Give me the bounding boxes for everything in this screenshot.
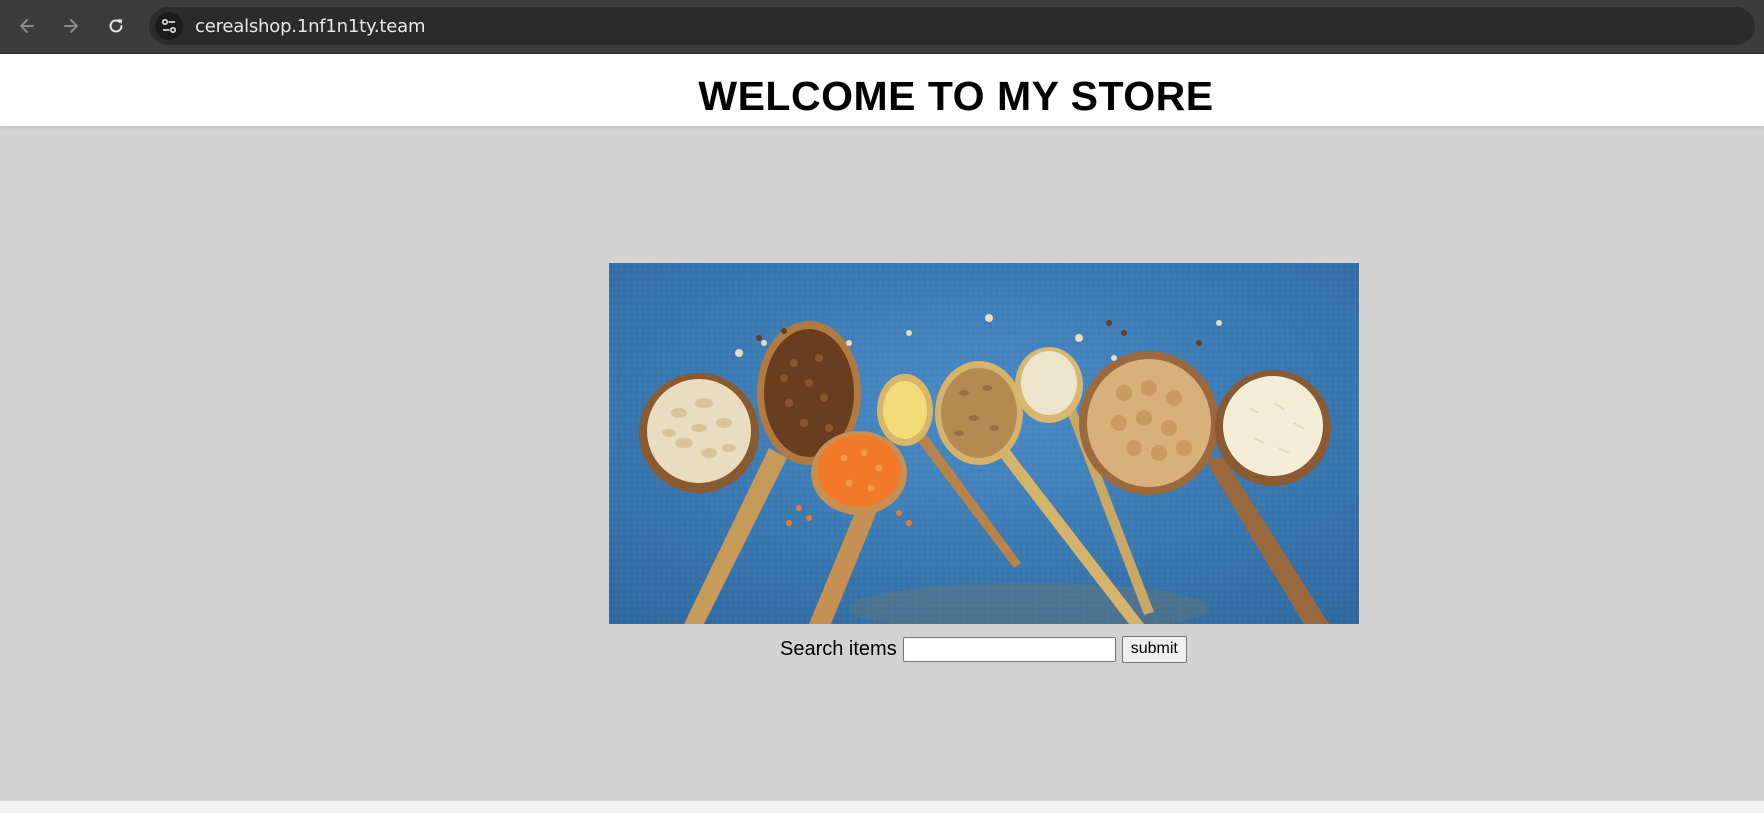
page-bottom-edge	[0, 801, 1764, 813]
address-bar[interactable]: cerealshop.1nf1n1ty.team	[149, 7, 1755, 45]
submit-button[interactable]: submit	[1121, 635, 1187, 663]
arrow-right-icon	[64, 19, 78, 33]
browser-toolbar: cerealshop.1nf1n1ty.team	[0, 0, 1764, 54]
search-input[interactable]	[902, 636, 1116, 662]
reload-icon	[109, 19, 123, 33]
site-info-button[interactable]	[155, 12, 183, 40]
grains-spoons-illustration	[609, 263, 1359, 624]
page-content: WELCOME TO MY STORE Search items submit	[0, 54, 1764, 813]
search-form: Search items submit	[780, 635, 1187, 663]
back-button[interactable]	[12, 11, 42, 41]
forward-button[interactable]	[56, 11, 86, 41]
reload-button[interactable]	[101, 11, 131, 41]
hero-image	[609, 263, 1359, 624]
main-section: Search items submit	[0, 126, 1764, 801]
page-header: WELCOME TO MY STORE	[0, 54, 1764, 126]
page-title: WELCOME TO MY STORE	[698, 72, 1214, 119]
search-label: Search items	[780, 637, 897, 660]
arrow-left-icon	[20, 19, 34, 33]
url-text[interactable]: cerealshop.1nf1n1ty.team	[195, 16, 426, 37]
tune-icon	[161, 18, 177, 34]
